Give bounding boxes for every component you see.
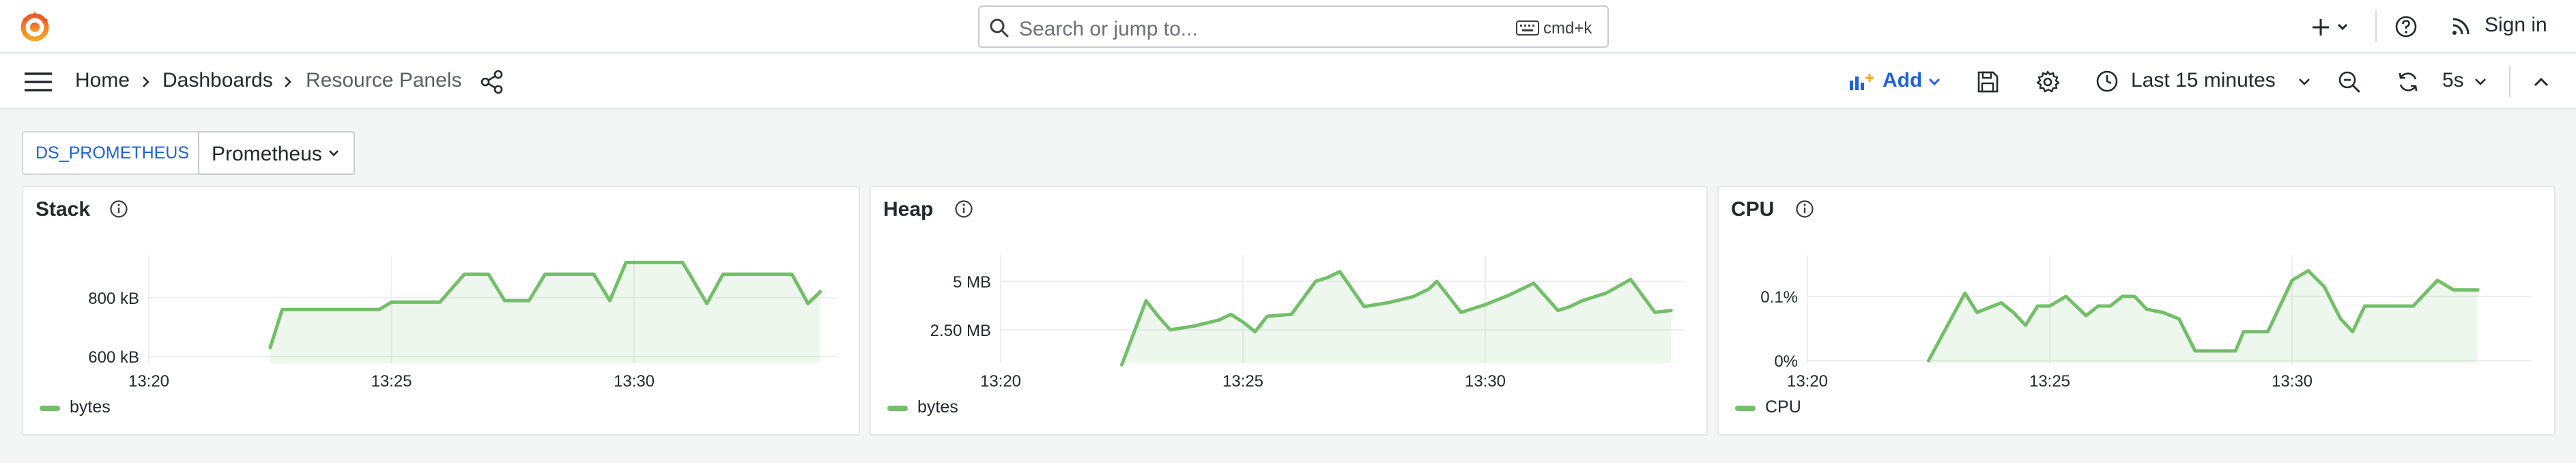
topbar-divider (2375, 11, 2377, 42)
time-range-picker[interactable]: Last 15 minutes (2095, 67, 2318, 97)
x-tick-label: 13:20 (128, 372, 169, 391)
save-icon[interactable] (1975, 70, 2000, 94)
x-tick-label: 13:25 (371, 372, 412, 391)
x-tick-label: 13:30 (614, 372, 655, 391)
add-button[interactable]: Add (1848, 67, 1945, 97)
x-tick-label: 13:20 (980, 372, 1021, 391)
legend-label: CPU (1765, 397, 1801, 417)
x-tick-label: 13:20 (1787, 372, 1828, 391)
chevron-down-icon[interactable] (2474, 76, 2487, 87)
chevron-down-icon (2298, 76, 2311, 87)
x-tick-label: 13:25 (1222, 372, 1263, 391)
keyboard-icon (1516, 20, 1539, 36)
top-bar: Search or jump to... cmd+k Sign in (0, 0, 2576, 53)
add-panel-icon (1848, 71, 1876, 92)
breadcrumb-home[interactable]: Home (75, 69, 130, 92)
y-tick-label: 0.1% (1760, 288, 1798, 307)
add-button-label: Add (1883, 69, 1923, 92)
breadcrumb-current: Resource Panels (306, 69, 462, 92)
breadcrumb-chevron-icon (281, 75, 295, 89)
legend-swatch (887, 406, 908, 411)
y-tick-label: 2.50 MB (930, 322, 991, 340)
new-menu-button[interactable] (2311, 14, 2355, 41)
legend-label: bytes (70, 397, 111, 417)
panel-cpu[interactable]: CPU 0% 0.1% 13:20 13:25 13:30 CPU (1717, 186, 2556, 436)
clock-icon (2095, 70, 2119, 93)
settings-gear-icon[interactable] (2035, 70, 2060, 94)
stack-chart: 600 kB 800 kB 13:20 13:25 13:30 (88, 255, 837, 391)
search-box[interactable]: Search or jump to... cmd+k (978, 5, 1609, 48)
breadcrumb-dashboards[interactable]: Dashboards (162, 69, 273, 92)
grafana-logo-icon[interactable] (18, 10, 52, 44)
panel-stack[interactable]: Stack 600 kB 800 kB 13:20 13:25 13:30 bytes (22, 186, 860, 436)
chevron-down-icon (328, 149, 340, 158)
legend-label: bytes (917, 397, 958, 417)
heap-chart: 2.50 MB 5 MB 13:20 13:25 13:30 (930, 255, 1685, 391)
chevron-up-icon[interactable] (2532, 75, 2550, 89)
news-feed-icon[interactable] (2450, 15, 2472, 37)
x-tick-label: 13:30 (1465, 372, 1506, 391)
menu-icon[interactable] (25, 71, 52, 93)
x-tick-label: 13:30 (2272, 372, 2313, 391)
help-icon[interactable] (2394, 15, 2418, 38)
time-range-label: Last 15 minutes (2131, 69, 2276, 92)
legend-swatch (40, 406, 60, 411)
legend-swatch (1735, 406, 1756, 411)
datasource-variable-select[interactable]: Prometheus (198, 131, 355, 175)
cpu-chart: 0% 0.1% 13:20 13:25 13:30 (1760, 255, 2532, 391)
y-tick-label: 0% (1774, 352, 1798, 371)
x-tick-label: 13:25 (2029, 372, 2070, 391)
refresh-icon[interactable] (2396, 70, 2420, 94)
search-placeholder: Search or jump to... (1019, 18, 1198, 40)
navbar-divider (2509, 66, 2510, 97)
variable-label: DS_PROMETHEUS (22, 131, 203, 175)
zoom-out-icon[interactable] (2337, 70, 2362, 94)
search-shortcut: cmd+k (1543, 19, 1592, 38)
chevron-down-icon (1928, 76, 1941, 87)
y-tick-label: 5 MB (953, 273, 991, 292)
panel-heap[interactable]: Heap 2.50 MB 5 MB 13:20 13:25 13:30 bytes (870, 186, 1708, 436)
y-tick-label: 600 kB (88, 348, 139, 367)
series-area (270, 262, 820, 363)
sign-in-link[interactable]: Sign in (2485, 14, 2547, 37)
variable-value: Prometheus (212, 143, 322, 165)
search-icon (989, 18, 1010, 38)
breadcrumb-chevron-icon (139, 75, 153, 89)
share-icon[interactable] (481, 70, 504, 94)
y-tick-label: 800 kB (88, 290, 139, 308)
series-area (1121, 271, 1672, 365)
refresh-interval-picker[interactable]: 5s (2442, 69, 2464, 92)
dashboard-nav-bar: Home Dashboards Resource Panels Add Last… (0, 55, 2576, 109)
